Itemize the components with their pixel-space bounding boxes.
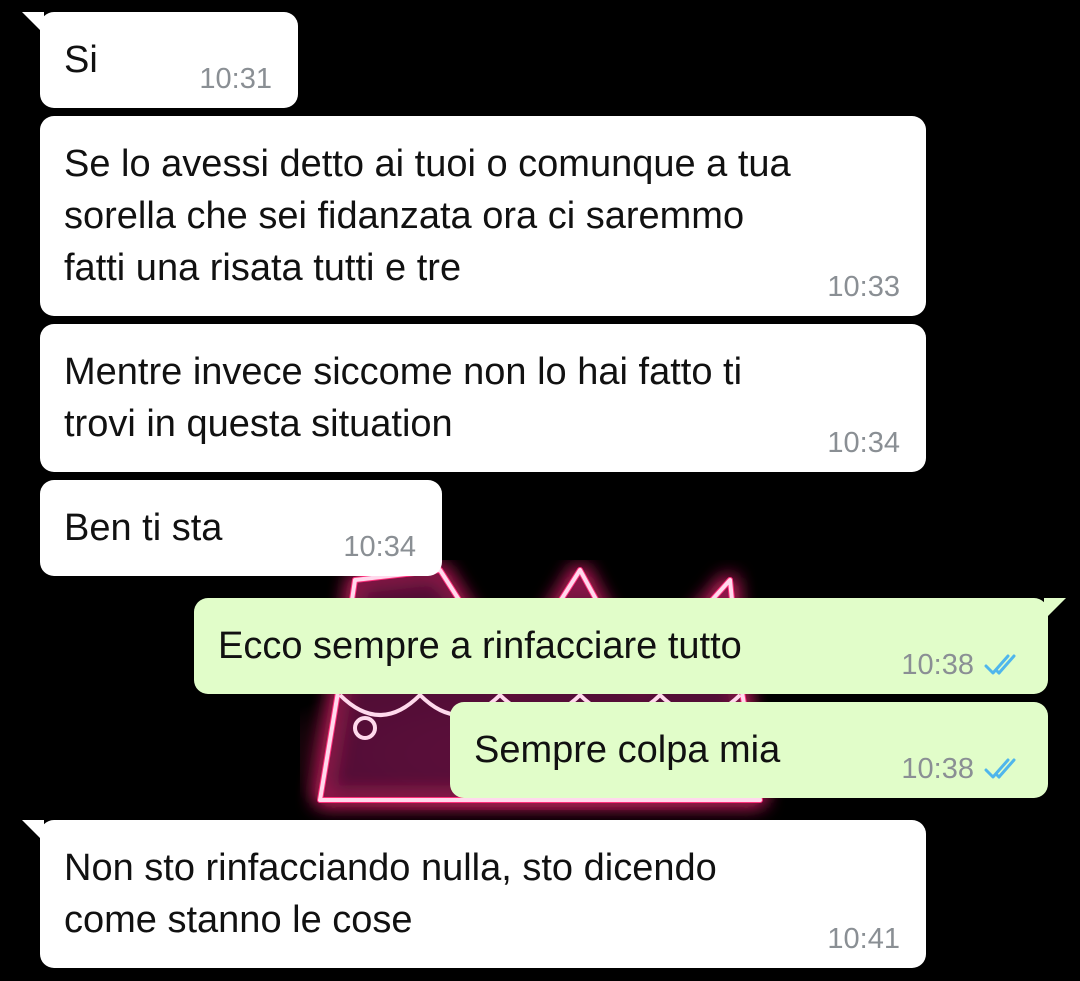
message-meta: 10:38 [901, 752, 1022, 786]
message-bubble-outgoing[interactable]: Ecco sempre a rinfacciare tutto 10:38 [194, 598, 1066, 694]
message-meta: 10:34 [827, 426, 900, 460]
message-text: Ecco sempre a rinfacciare tutto [218, 625, 742, 667]
message-timestamp: 10:41 [827, 923, 900, 955]
message-text: Si [64, 39, 98, 81]
message-meta: 10:33 [827, 270, 900, 304]
message-bubble-incoming[interactable]: Si 10:31 [22, 12, 298, 108]
message-text: Ben ti sta [64, 507, 223, 549]
message-timestamp: 10:38 [901, 649, 974, 681]
message-text: Non sto rinfacciando nulla, sto dicendo … [64, 847, 717, 941]
double-check-icon [984, 758, 1016, 779]
message-timestamp: 10:31 [199, 63, 272, 95]
message-meta: 10:38 [901, 648, 1022, 682]
double-check-icon [984, 654, 1016, 675]
message-timestamp: 10:33 [827, 271, 900, 303]
message-timestamp: 10:34 [343, 531, 416, 563]
message-timestamp: 10:38 [901, 753, 974, 785]
message-meta: 10:31 [199, 62, 272, 96]
message-bubble-incoming[interactable]: Mentre invece siccome non lo hai fatto t… [40, 324, 926, 472]
message-text: Sempre colpa mia [474, 729, 781, 771]
message-timestamp: 10:34 [827, 427, 900, 459]
message-bubble-incoming[interactable]: Non sto rinfacciando nulla, sto dicendo … [22, 820, 926, 968]
message-text: Se lo avessi detto ai tuoi o comunque a … [64, 143, 791, 289]
message-meta: 10:41 [827, 922, 900, 956]
message-bubble-incoming[interactable]: Ben ti sta 10:34 [40, 480, 442, 576]
message-text: Mentre invece siccome non lo hai fatto t… [64, 351, 743, 445]
message-bubble-outgoing[interactable]: Sempre colpa mia 10:38 [450, 702, 1048, 798]
message-bubble-incoming[interactable]: Se lo avessi detto ai tuoi o comunque a … [40, 116, 926, 316]
message-meta: 10:34 [343, 530, 416, 564]
